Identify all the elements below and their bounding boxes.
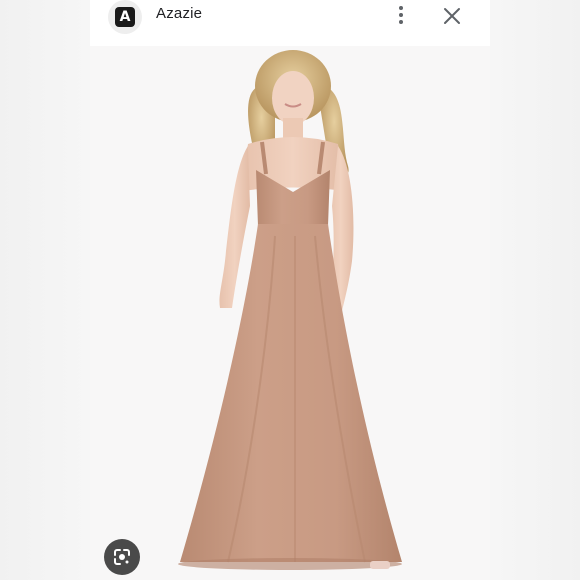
site-name[interactable]: Azazie <box>156 5 202 22</box>
close-icon <box>444 8 460 24</box>
model-illustration <box>178 50 402 570</box>
google-lens-icon <box>114 549 130 565</box>
more-vert-icon-dot <box>399 13 403 17</box>
skirt <box>180 224 402 562</box>
left-arm <box>219 146 250 308</box>
viewer-header: A Azazie <box>90 0 490 46</box>
screen: A Azazie <box>0 0 580 580</box>
more-vert-icon <box>399 6 403 10</box>
azazie-logo-icon: A <box>115 7 135 27</box>
face <box>272 71 314 125</box>
image-viewer-card: A Azazie <box>90 0 490 580</box>
more-options-button[interactable] <box>390 4 412 26</box>
site-logo[interactable]: A <box>108 0 142 34</box>
product-photo[interactable] <box>90 46 490 580</box>
close-button[interactable] <box>440 4 464 28</box>
google-lens-button[interactable] <box>104 539 140 575</box>
more-vert-icon-dot <box>399 20 403 24</box>
